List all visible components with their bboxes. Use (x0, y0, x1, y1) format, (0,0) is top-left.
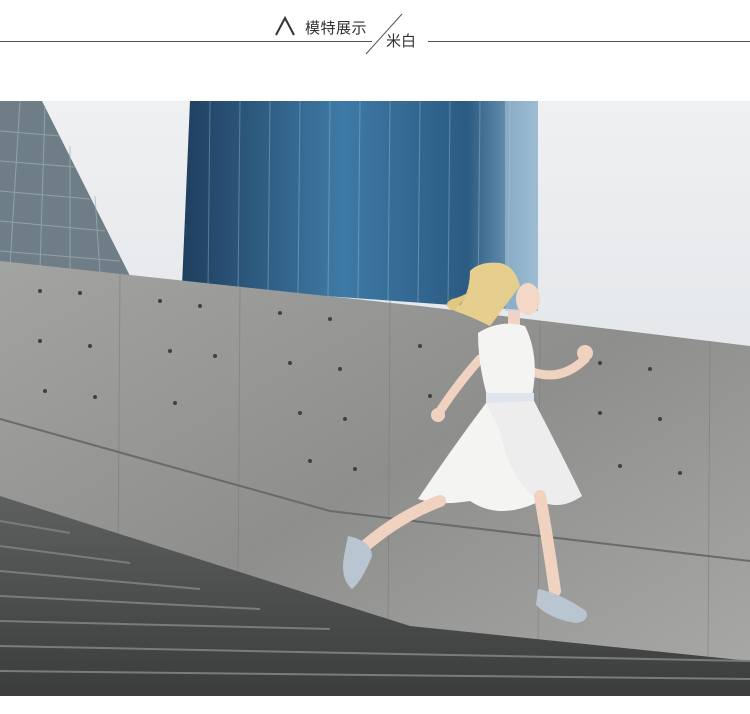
model-photo (0, 101, 750, 696)
section-title: 模特展示 (305, 19, 368, 37)
caret-up-icon (275, 16, 295, 36)
header-divider-right (428, 41, 750, 42)
header-divider-left (0, 41, 372, 42)
color-label: 米白 (386, 32, 417, 50)
section-header: 模特展示 米白 (0, 0, 750, 100)
